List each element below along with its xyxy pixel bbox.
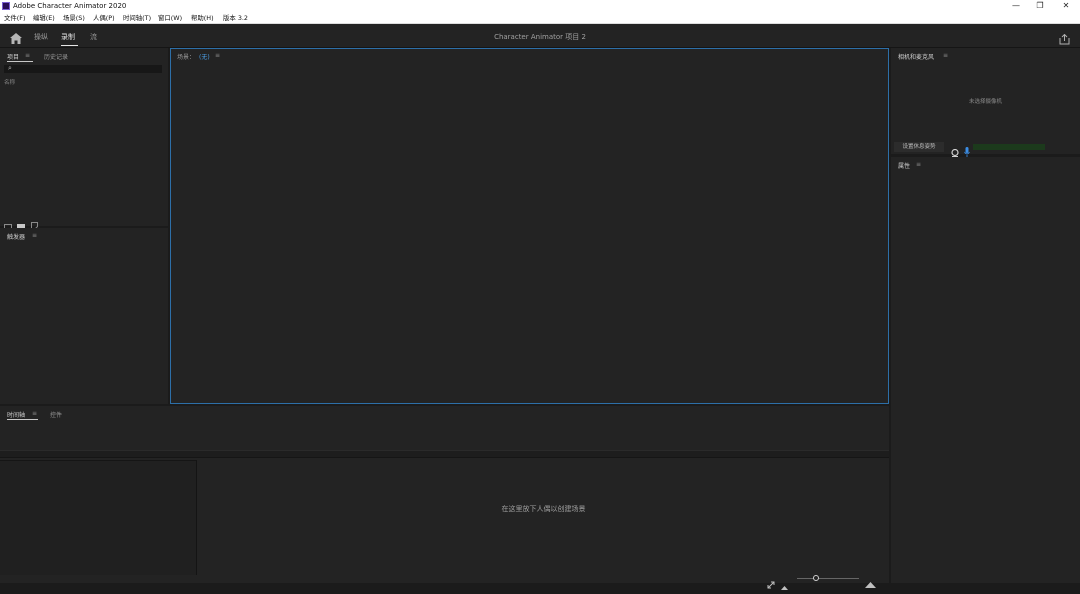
column-header-name[interactable]: 名称 bbox=[4, 78, 15, 86]
camera-status-text: 未选择摄像机 bbox=[968, 99, 1002, 105]
menu-window[interactable]: 窗口(W) bbox=[158, 12, 182, 24]
panel-menu-icon[interactable]: ≡ bbox=[32, 232, 37, 239]
menu-puppet[interactable]: 人偶(P) bbox=[93, 12, 115, 24]
project-panel: 项目 ≡ 历史记录 ⌕ 名称 bbox=[0, 48, 168, 230]
project-search-input[interactable]: ⌕ bbox=[4, 64, 162, 73]
active-tab-underline bbox=[7, 419, 38, 420]
panel-menu-icon[interactable]: ≡ bbox=[32, 410, 37, 417]
window-title: Adobe Character Animator 2020 bbox=[13, 2, 127, 10]
tab-controls[interactable]: 控件 bbox=[50, 410, 62, 419]
camera-panel-title: 相机和麦克风 bbox=[898, 54, 935, 61]
project-title: Character Animator 项目 2 bbox=[494, 33, 586, 41]
audio-level-meter bbox=[973, 144, 1045, 150]
scene-label: 场景： bbox=[177, 54, 196, 61]
zoom-slider-track[interactable] bbox=[797, 575, 859, 581]
zoom-out-icon[interactable] bbox=[781, 575, 788, 594]
panel-menu-icon[interactable]: ≡ bbox=[943, 52, 948, 59]
panel-menu-icon[interactable]: ≡ bbox=[215, 52, 220, 59]
scene-selector[interactable]: (无) bbox=[199, 52, 210, 61]
properties-panel-title: 属性 bbox=[898, 163, 911, 170]
menu-help[interactable]: 帮助(H) bbox=[191, 12, 214, 24]
minimize-button[interactable]: — bbox=[1004, 0, 1028, 12]
tab-project[interactable]: 项目 bbox=[7, 52, 19, 61]
drop-hint-text: 在这里放下人偶以创建场景 bbox=[501, 505, 586, 513]
menu-bar: 文件(F) 编辑(E) 场景(S) 人偶(P) 时间轴(T) 窗口(W) 帮助(… bbox=[0, 12, 1080, 24]
triggers-panel-title: 触发器 bbox=[7, 234, 26, 241]
restore-button[interactable]: ❐ bbox=[1028, 0, 1052, 12]
scene-panel: 场景： (无) ≡ bbox=[170, 48, 889, 404]
track-list bbox=[0, 460, 197, 575]
triggers-panel: 触发器 ≡ bbox=[0, 228, 168, 404]
menu-timeline[interactable]: 时间轴(T) bbox=[123, 12, 151, 24]
close-button[interactable]: ✕ bbox=[1054, 0, 1078, 12]
tab-history[interactable]: 历史记录 bbox=[44, 52, 68, 61]
menu-file[interactable]: 文件(F) bbox=[4, 12, 25, 24]
timeline-ruler[interactable] bbox=[0, 450, 889, 458]
set-rest-pose-button[interactable]: 设置休息姿势 bbox=[894, 142, 944, 152]
properties-panel: 属性 ≡ bbox=[891, 157, 1080, 583]
app-logo-icon bbox=[2, 2, 10, 10]
camera-mic-panel: 相机和麦克风 ≡ 未选择摄像机 设置休息姿势 bbox=[891, 48, 1080, 158]
tab-timeline[interactable]: 时间轴 bbox=[7, 410, 25, 419]
panel-menu-icon[interactable]: ≡ bbox=[916, 161, 921, 168]
panel-menu-icon[interactable]: ≡ bbox=[25, 52, 30, 59]
zoom-slider-handle[interactable] bbox=[812, 575, 819, 581]
share-icon[interactable] bbox=[1059, 30, 1070, 49]
fit-to-window-icon[interactable] bbox=[767, 574, 775, 593]
menu-version[interactable]: 版本 3.2 bbox=[223, 12, 248, 24]
timeline-panel: 时间轴 ≡ 控件 在这里放下人偶以创建场景 bbox=[0, 406, 889, 590]
title-bar: Adobe Character Animator 2020 — ❐ ✕ bbox=[0, 0, 1080, 12]
workspace-header: 操纵 录制 流 Character Animator 项目 2 bbox=[0, 24, 1080, 48]
active-tab-indicator bbox=[61, 45, 78, 46]
menu-edit[interactable]: 编辑(E) bbox=[33, 12, 55, 24]
menu-scene[interactable]: 场景(S) bbox=[63, 12, 85, 24]
active-tab-underline bbox=[7, 61, 33, 62]
search-icon: ⌕ bbox=[8, 64, 12, 72]
